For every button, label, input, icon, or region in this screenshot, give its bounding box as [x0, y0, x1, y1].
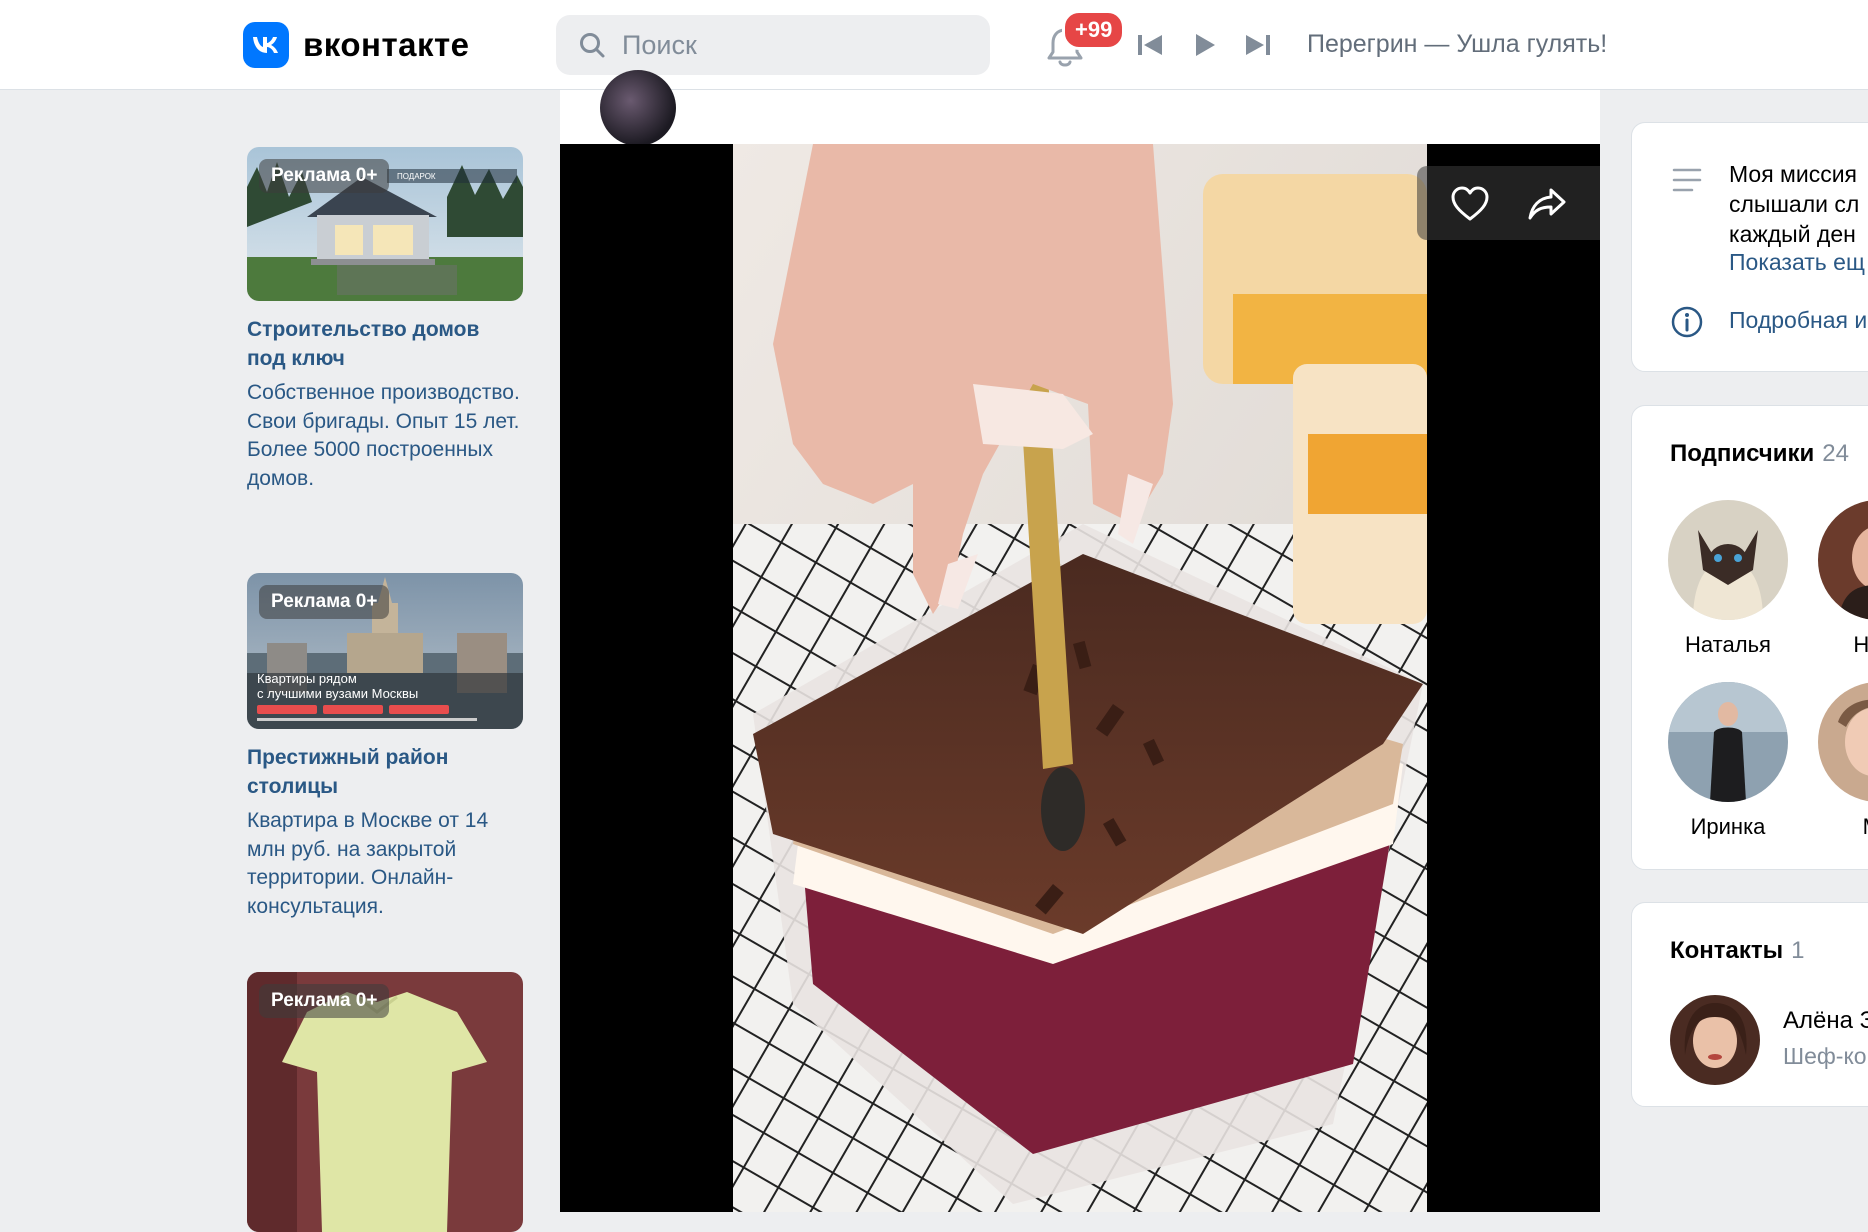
post-author-avatar[interactable]: [600, 70, 676, 146]
subscribers-card: Подписчики 24 Наталья Наст: [1631, 405, 1868, 870]
subscriber-item[interactable]: Наст: [1808, 500, 1868, 658]
contacts-title: Контакты: [1670, 937, 1784, 964]
ad-badge: Реклама 0+: [259, 984, 390, 1018]
ad-title[interactable]: Престижный район столицы: [247, 743, 523, 801]
vk-logo[interactable]: вконтакте: [243, 21, 470, 69]
subscriber-name: Ма: [1808, 814, 1868, 840]
previous-track-icon[interactable]: [1133, 28, 1167, 62]
video-player[interactable]: [560, 144, 1600, 1212]
ad-image[interactable]: ПОДАРОК Реклама 0+: [247, 147, 523, 301]
ad-description: Квартира в Москве от 14 млн руб. на закр…: [247, 809, 489, 918]
search-box[interactable]: [556, 15, 990, 75]
like-heart-icon[interactable]: [1450, 186, 1490, 222]
search-icon: [580, 33, 605, 58]
logo-text: вконтакте: [303, 26, 470, 63]
ad-card[interactable]: Реклама 0+: [247, 972, 523, 1232]
contact-name[interactable]: Алёна З: [1783, 1007, 1868, 1035]
subscriber-name: Наст: [1853, 632, 1868, 657]
subscriber-avatar: [1668, 682, 1788, 802]
svg-text:ПОДАРОК: ПОДАРОК: [397, 172, 436, 181]
subscriber-name: Наталья: [1685, 632, 1771, 657]
contacts-card: Контакты 1 Алёна З Шеф-ко: [1631, 902, 1868, 1107]
subscribers-count: 24: [1822, 440, 1849, 467]
play-icon[interactable]: [1187, 28, 1221, 62]
subscriber-avatar: [1668, 500, 1788, 620]
subscriber-name: Иринка: [1690, 814, 1766, 839]
subscriber-item[interactable]: Наталья: [1658, 500, 1798, 658]
about-line: слышали сл: [1729, 191, 1860, 217]
subscribers-title: Подписчики: [1670, 440, 1815, 467]
subscriber-avatar: [1818, 500, 1868, 620]
next-track-icon[interactable]: [1241, 28, 1275, 62]
ad-image[interactable]: Квартиры рядом с лучшими вузами Москвы Р…: [247, 573, 523, 729]
details-link[interactable]: Подробная и: [1729, 307, 1867, 334]
subscribers-header[interactable]: Подписчики 24: [1670, 440, 1849, 468]
video-actions: [1417, 166, 1600, 240]
contacts-count: 1: [1791, 937, 1805, 964]
share-icon[interactable]: [1527, 186, 1567, 222]
ad-description: Собственное производство. Свои бригады. …: [247, 381, 520, 490]
video-frame: [733, 144, 1427, 1212]
ad-title[interactable]: Строительство домов под ключ: [247, 315, 523, 373]
vk-logo-icon: [243, 22, 289, 68]
contact-avatar[interactable]: [1670, 995, 1760, 1085]
ad-image[interactable]: Реклама 0+: [247, 972, 523, 1232]
search-input[interactable]: [620, 28, 964, 62]
text-lines-icon: [1672, 168, 1702, 192]
ad-badge: Реклама 0+: [259, 159, 390, 193]
subscriber-item[interactable]: Иринка: [1658, 682, 1798, 840]
subscriber-item[interactable]: Ма: [1808, 682, 1868, 840]
contacts-header[interactable]: Контакты 1: [1670, 937, 1805, 965]
subscriber-avatar: [1818, 682, 1868, 802]
about-line: Моя миссия: [1729, 161, 1858, 187]
profile-info-card: Моя миссия слышали сл каждый ден Показат…: [1631, 122, 1868, 372]
top-bar: вконтакте +99 Перегрин — Ушла гулять!: [0, 0, 1868, 90]
notifications-badge: +99: [1062, 10, 1126, 50]
wall-post: [560, 70, 1600, 1212]
show-more-link[interactable]: Показать ещ: [1729, 249, 1865, 276]
ad-badge: Реклама 0+: [259, 585, 390, 619]
info-icon: [1671, 306, 1703, 338]
ad-image-caption-line: с лучшими вузами Москвы: [257, 686, 418, 701]
about-line: каждый ден: [1729, 221, 1856, 247]
ad-card[interactable]: Квартиры рядом с лучшими вузами Москвы Р…: [247, 573, 523, 921]
ad-image-caption-line: Квартиры рядом: [257, 671, 357, 686]
now-playing-track[interactable]: Перегрин — Ушла гулять!: [1307, 30, 1607, 59]
contact-role: Шеф-ко: [1783, 1043, 1867, 1069]
profile-about-text: Моя миссия слышали сл каждый ден: [1729, 159, 1859, 249]
ad-card[interactable]: ПОДАРОК Реклама 0+ Строительство домов п…: [247, 147, 523, 493]
